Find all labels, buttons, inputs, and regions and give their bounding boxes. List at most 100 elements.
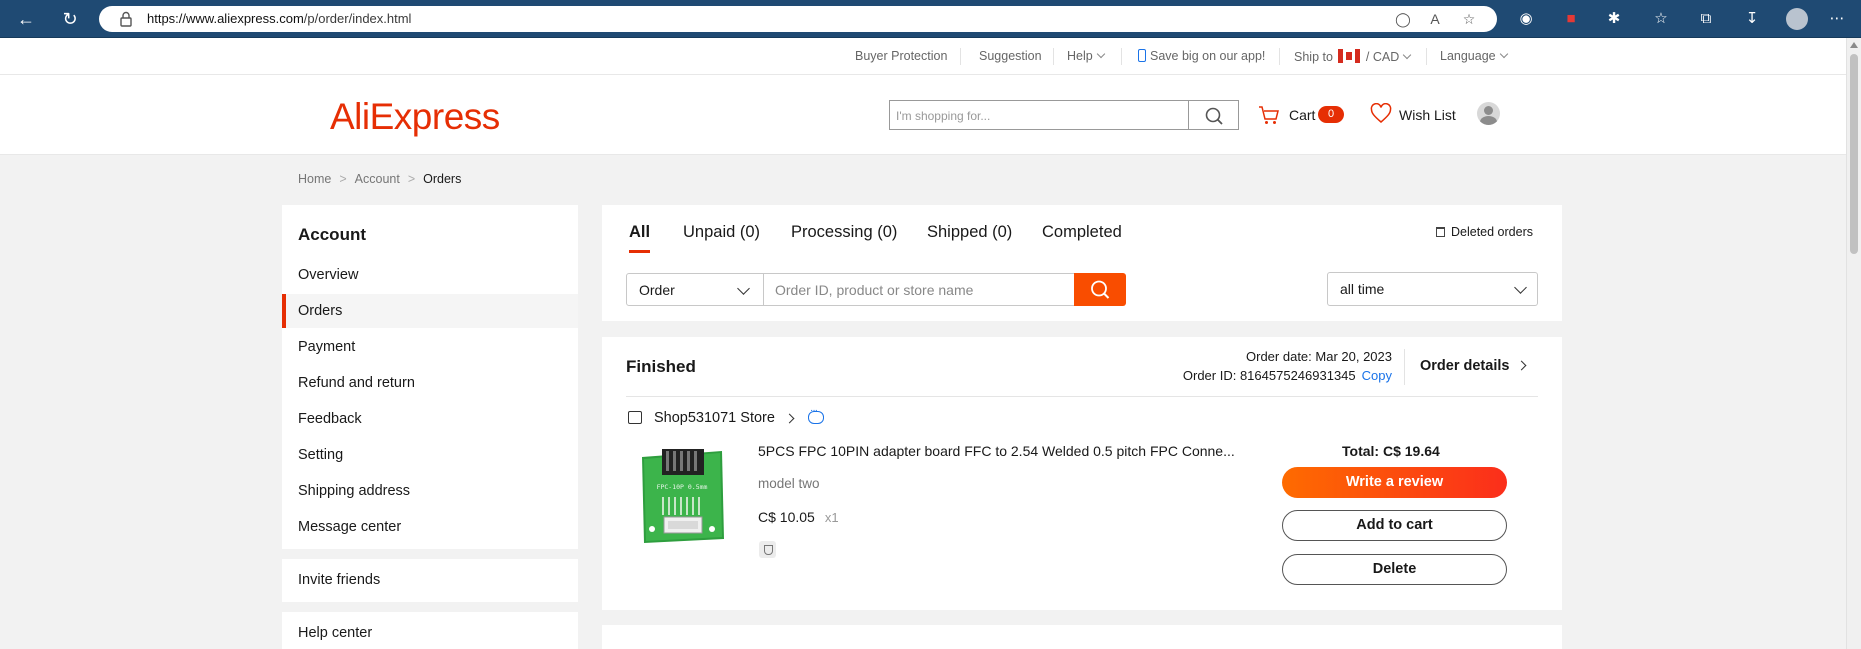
product-image[interactable]: FPC-10P 0.5mm <box>638 447 726 545</box>
buyer-protection-link[interactable]: Buyer Protection <box>855 49 947 63</box>
sidebar-item-overview[interactable]: Overview <box>282 258 578 292</box>
app-promo-label: Save big on our app! <box>1150 49 1266 63</box>
lock-icon <box>120 11 132 27</box>
language-menu[interactable]: Language <box>1440 49 1508 63</box>
tab-shipped[interactable]: Shipped (0) <box>927 223 1012 250</box>
scroll-thumb[interactable] <box>1850 54 1858 254</box>
ship-to-selector[interactable]: Ship to / CAD <box>1294 49 1412 64</box>
delete-order-button[interactable]: Delete <box>1282 554 1507 585</box>
heart-icon[interactable] <box>1370 103 1392 125</box>
tag-icon[interactable]: ◯ <box>1393 10 1413 28</box>
chevron-down-icon <box>1499 49 1508 59</box>
downloads-icon[interactable]: ↧ <box>1741 8 1763 30</box>
store-name-link[interactable]: Shop531071 Store <box>654 410 775 426</box>
tab-unpaid[interactable]: Unpaid (0) <box>683 223 760 250</box>
wishlist-label[interactable]: Wish List <box>1399 107 1456 123</box>
search-icon <box>1091 280 1110 299</box>
favorites-icon[interactable]: ☆ <box>1650 8 1672 30</box>
sidebar-item-setting[interactable]: Setting <box>282 438 578 472</box>
product-title-link[interactable]: 5PCS FPC 10PIN adapter board FFC to 2.54… <box>758 443 1235 459</box>
divider <box>1121 48 1122 65</box>
extension-icon[interactable]: ■ <box>1560 8 1582 30</box>
favorite-add-icon[interactable]: ☆ <box>1459 10 1479 28</box>
sidebar-item-feedback[interactable]: Feedback <box>282 402 578 436</box>
divider <box>626 396 1538 397</box>
deleted-orders-link[interactable]: Deleted orders <box>1436 225 1533 239</box>
sidebar-divider <box>282 602 578 612</box>
profile-icon[interactable] <box>1786 8 1808 30</box>
divider <box>1053 48 1054 65</box>
time-range-select[interactable]: all time <box>1327 272 1538 306</box>
product-quantity: x1 <box>824 510 839 525</box>
collections-icon[interactable]: ⧉ <box>1695 8 1717 30</box>
browser-toolbar: ← ↻ https://www.aliexpress.com/p/order/i… <box>0 0 1861 38</box>
canada-flag-icon <box>1338 49 1361 63</box>
breadcrumb-home[interactable]: Home <box>298 172 331 186</box>
search-type-value: Order <box>639 282 675 298</box>
aliexpress-logo[interactable]: AliExpress <box>330 96 500 138</box>
sidebar-item-refund[interactable]: Refund and return <box>282 366 578 400</box>
page-scrollbar[interactable] <box>1846 38 1861 649</box>
extensions-icon[interactable]: ✱ <box>1603 8 1625 30</box>
account-sidebar: Account Overview Orders Payment Refund a… <box>282 205 578 649</box>
sidebar-item-help-center[interactable]: Help center <box>282 616 578 649</box>
search-button[interactable] <box>1188 100 1239 130</box>
tab-all[interactable]: All <box>629 223 651 253</box>
breadcrumb-orders: Orders <box>423 172 462 186</box>
chevron-down-icon <box>737 282 750 295</box>
search-icon <box>1205 107 1223 125</box>
tab-completed[interactable]: Completed <box>1042 223 1122 250</box>
order-search-button[interactable] <box>1074 273 1126 306</box>
order-status: Finished <box>626 357 696 376</box>
user-avatar-icon[interactable] <box>1477 102 1500 125</box>
order-details-label: Order details <box>1420 358 1510 374</box>
site-header: AliExpress I'm shopping for... Cart 0 Wi… <box>0 75 1846 155</box>
suggestion-link[interactable]: Suggestion <box>979 49 1042 63</box>
help-menu[interactable]: Help <box>1067 49 1105 63</box>
order-total: Total: C$ 19.64 <box>1342 443 1440 459</box>
product-image-label: FPC-10P 0.5mm <box>657 483 708 491</box>
order-details-link[interactable]: Order details <box>1420 358 1527 374</box>
app-promo-link[interactable]: Save big on our app! <box>1138 49 1265 63</box>
time-range-value: all time <box>1340 281 1385 297</box>
trash-icon <box>1436 227 1445 237</box>
divider <box>960 48 961 65</box>
sidebar-item-message-center[interactable]: Message center <box>282 510 578 544</box>
order-date: Order date: Mar 20, 2023 <box>1246 349 1392 364</box>
chevron-down-icon <box>1514 281 1527 294</box>
address-bar[interactable]: https://www.aliexpress.com/p/order/index… <box>99 6 1497 32</box>
divider <box>1279 48 1280 65</box>
order-id-label: Order ID: 8164575246931345 <box>1182 368 1356 383</box>
chevron-right-icon <box>1517 360 1527 371</box>
scroll-up-icon[interactable] <box>1850 42 1858 48</box>
chat-icon[interactable] <box>808 405 824 424</box>
read-aloud-icon[interactable]: A <box>1425 10 1445 28</box>
sidebar-item-invite-friends[interactable]: Invite friends <box>282 563 578 597</box>
write-review-button[interactable]: Write a review <box>1282 467 1507 498</box>
breadcrumb-account[interactable]: Account <box>355 172 400 186</box>
search-type-select[interactable]: Order <box>626 273 764 306</box>
ship-to-label: Ship to <box>1294 50 1333 64</box>
divider <box>1426 48 1427 65</box>
url-text: https://www.aliexpress.com/p/order/index… <box>147 11 412 26</box>
cart-icon[interactable] <box>1258 104 1280 126</box>
sidebar-item-orders[interactable]: Orders <box>282 294 578 328</box>
refresh-icon[interactable]: ↻ <box>58 7 82 31</box>
cart-label[interactable]: Cart <box>1289 107 1315 123</box>
product-search-input[interactable]: I'm shopping for... <box>889 100 1239 130</box>
chevron-right-icon[interactable] <box>784 413 795 424</box>
store-icon <box>628 411 642 424</box>
breadcrumb-separator: > <box>407 172 416 186</box>
language-label: Language <box>1440 49 1496 63</box>
sidebar-item-payment[interactable]: Payment <box>282 330 578 364</box>
cart-count-badge: 0 <box>1318 106 1344 123</box>
back-icon[interactable]: ← <box>14 7 38 31</box>
add-to-cart-button[interactable]: Add to cart <box>1282 510 1507 541</box>
tab-processing[interactable]: Processing (0) <box>791 223 897 250</box>
sidebar-item-shipping-address[interactable]: Shipping address <box>282 474 578 508</box>
menu-icon[interactable]: ⋯ <box>1826 8 1848 30</box>
phone-icon <box>1138 49 1146 62</box>
order-search-input[interactable]: Order ID, product or store name <box>763 273 1076 306</box>
password-icon[interactable]: ◉ <box>1515 8 1537 30</box>
copy-order-id-link[interactable]: Copy <box>1362 368 1392 383</box>
